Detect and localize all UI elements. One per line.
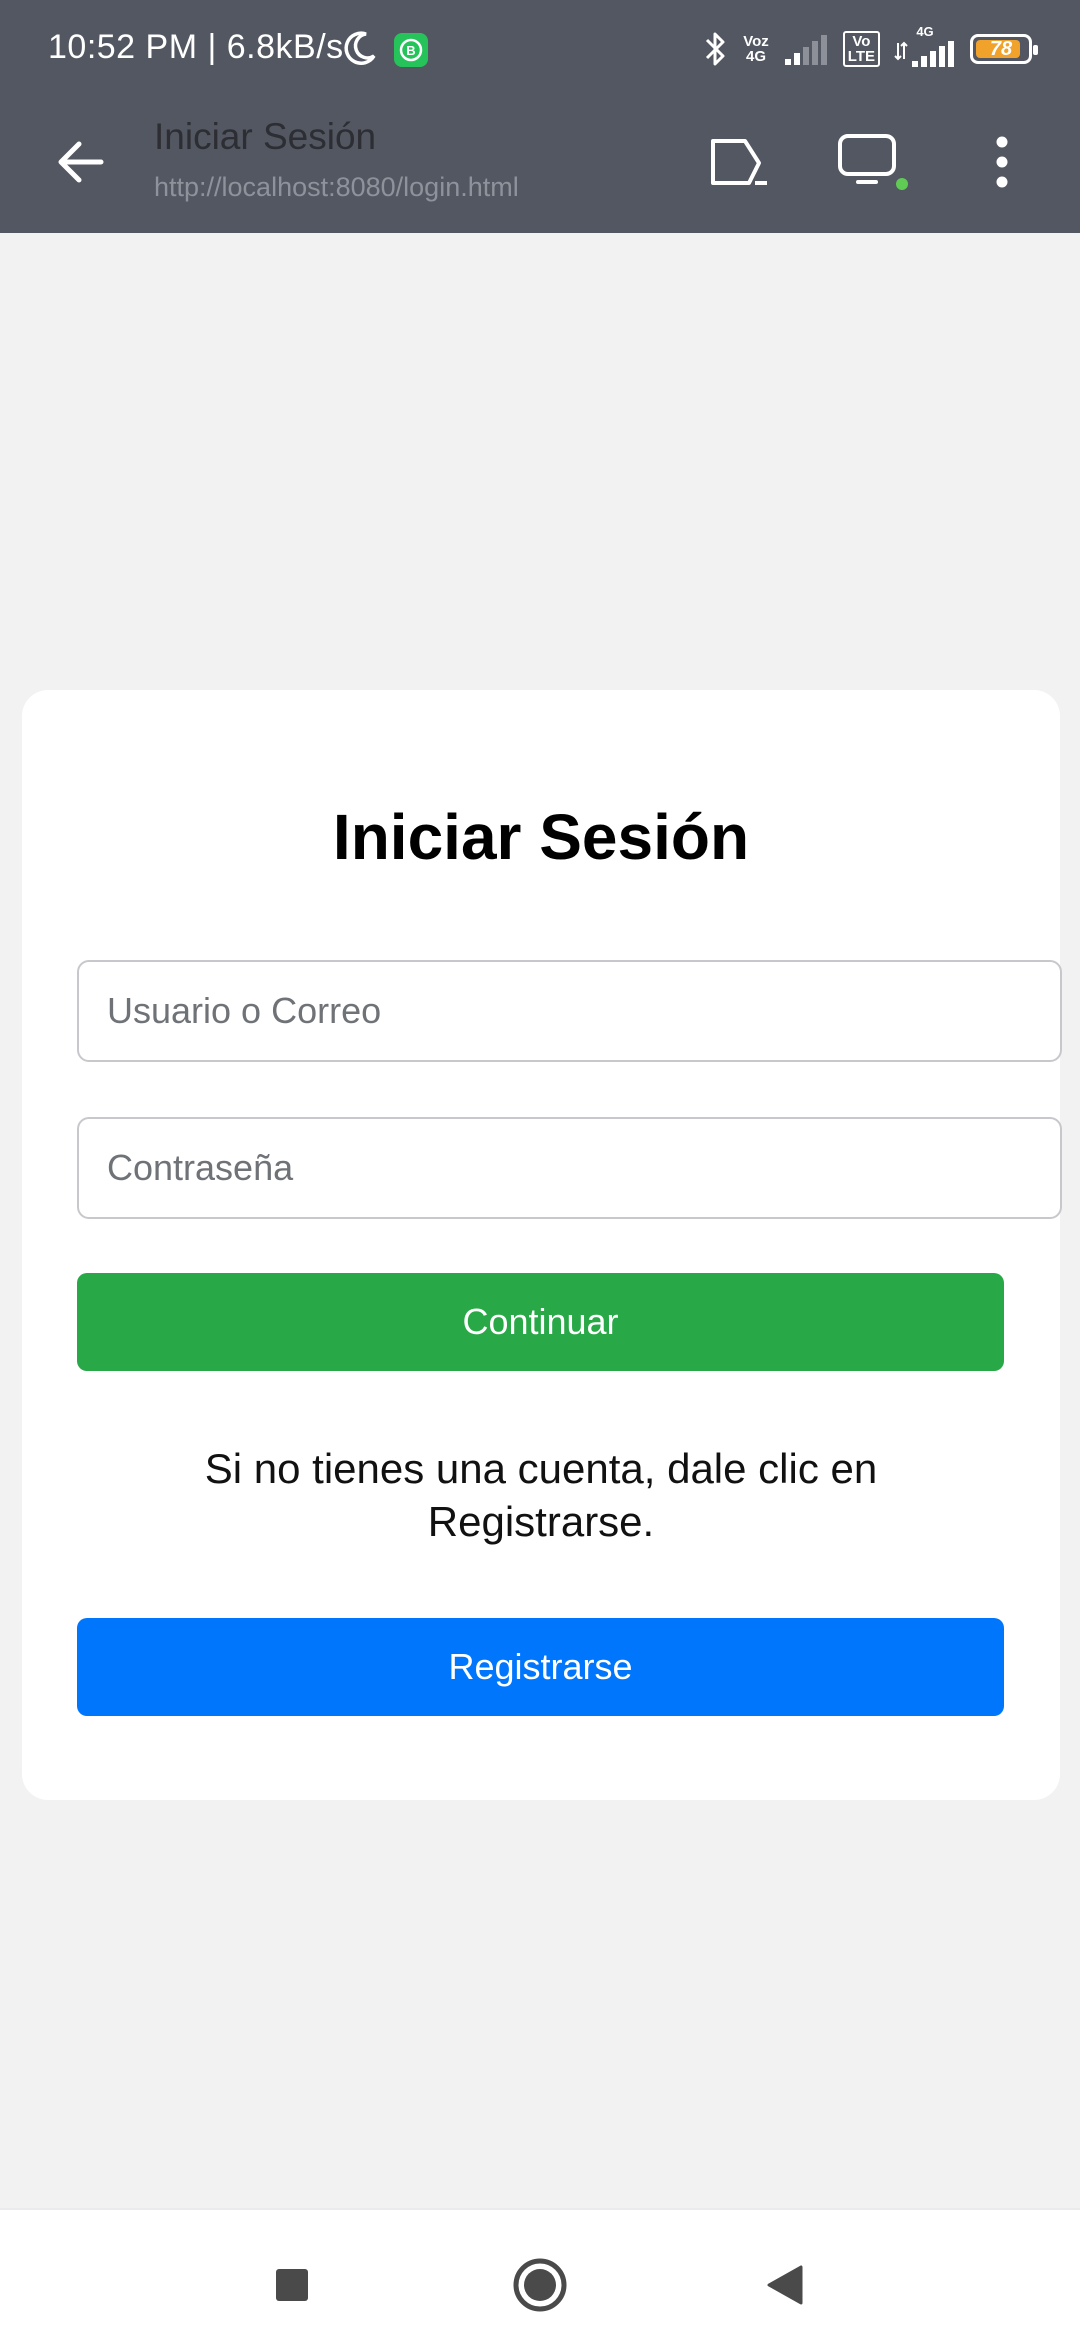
signal-icon-2	[894, 41, 954, 67]
back-arrow-icon	[58, 141, 104, 183]
recent-apps-button[interactable]	[237, 2230, 347, 2340]
battery-icon: 78	[970, 34, 1038, 64]
back-button[interactable]	[40, 122, 120, 202]
page-url: http://localhost:8080/login.html	[154, 172, 519, 202]
bluetooth-icon	[706, 32, 725, 66]
cast-icon	[711, 139, 767, 185]
login-title: Iniciar Sesión	[332, 801, 750, 873]
username-input[interactable]	[77, 960, 1062, 1062]
system-nav-bar	[0, 2208, 1080, 2340]
more-vert-icon	[996, 136, 1008, 188]
register-button[interactable]: Registrarse	[77, 1618, 1004, 1716]
battery-level: 78	[989, 37, 1013, 60]
login-card: Iniciar Sesión Continuar Si no tienes un…	[22, 690, 1062, 1800]
moon-icon	[344, 31, 376, 65]
voz-label: Voz	[743, 33, 769, 50]
vo-label: Vo	[852, 33, 871, 50]
register-hint-text: Si no tienes una cuenta, dale clic en Re…	[204, 1445, 878, 1545]
browser-top-bar: 10:52 PM | 6.8kB/s B Voz 4G Vo LTE 4G 78…	[0, 0, 1080, 233]
app-bar: Iniciar Sesión http://localhost:8080/log…	[0, 100, 1080, 233]
page-title: Iniciar Sesión	[154, 116, 377, 157]
square-icon	[276, 2269, 308, 2301]
nav-back-button[interactable]	[730, 2230, 840, 2340]
status-bar: 10:52 PM | 6.8kB/s B Voz 4G Vo LTE 4G 78	[0, 0, 1080, 100]
voz-4g-indicator: Voz 4G	[743, 34, 769, 64]
volte-indicator: Vo LTE	[842, 31, 880, 67]
monitor-icon	[838, 134, 908, 190]
home-button[interactable]	[485, 2230, 595, 2340]
status-icons: Voz 4G Vo LTE 4G 78	[703, 24, 1038, 74]
4g-small-label: 4G	[916, 24, 934, 39]
circle-icon	[513, 2258, 567, 2312]
more-options-button[interactable]	[962, 122, 1042, 202]
device-button[interactable]	[832, 122, 912, 202]
triangle-back-icon	[767, 2265, 803, 2305]
cast-button[interactable]	[700, 122, 780, 202]
4g-label: 4G	[745, 48, 766, 65]
lte-label: LTE	[847, 48, 875, 65]
signal-4g-indicator: 4G	[894, 24, 956, 74]
continue-button[interactable]: Continuar	[77, 1273, 1004, 1371]
battery-tip	[1033, 45, 1038, 55]
status-time: 10:52 PM | 6.8kB/s	[48, 28, 344, 66]
signal-icon	[784, 35, 827, 65]
password-input[interactable]	[77, 1117, 1062, 1219]
svg-text:B: B	[406, 43, 415, 58]
whatsapp-business-icon: B	[394, 33, 428, 67]
